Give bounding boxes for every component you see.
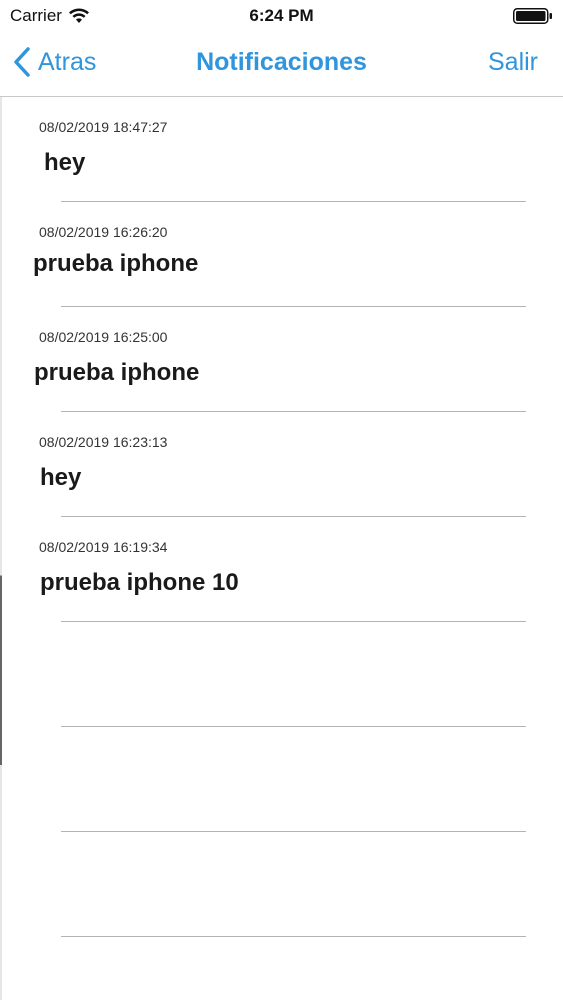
notification-date: 08/02/2019 18:47:27: [39, 119, 168, 135]
list-item[interactable]: 08/02/2019 16:23:13 hey: [39, 412, 526, 517]
list-item[interactable]: 08/02/2019 18:47:27 hey: [39, 97, 526, 202]
list-item[interactable]: [61, 622, 526, 727]
notification-date: 08/02/2019 16:26:20: [39, 224, 168, 240]
notifications-list: 08/02/2019 18:47:27 hey 08/02/2019 16:26…: [0, 97, 563, 937]
notification-message: prueba iphone: [34, 359, 200, 386]
list-item[interactable]: 08/02/2019 16:19:34 prueba iphone 10: [39, 517, 526, 622]
notification-message: hey: [40, 464, 82, 491]
battery-icon: [513, 8, 552, 24]
status-bar: Carrier 6:24 PM: [0, 0, 563, 34]
navigation-bar: Atras Notificaciones Salir: [0, 34, 563, 97]
list-item[interactable]: 08/02/2019 16:25:00 prueba iphone: [34, 307, 526, 412]
notification-message: prueba iphone 10: [40, 569, 239, 596]
notification-date: 08/02/2019 16:25:00: [39, 329, 168, 345]
notification-date: 08/02/2019 16:23:13: [39, 434, 168, 450]
page-title: Notificaciones: [196, 48, 367, 76]
logout-button[interactable]: Salir: [488, 48, 538, 77]
list-item[interactable]: 08/02/2019 16:26:20 prueba iphone: [33, 202, 526, 307]
notifications-screen: Carrier 6:24 PM Atras Notificaciones Sal…: [0, 0, 563, 1000]
status-time: 6:24 PM: [249, 6, 314, 25]
list-item[interactable]: [61, 832, 526, 937]
notification-message: hey: [44, 149, 86, 176]
notification-message: prueba iphone: [33, 250, 199, 277]
notification-date: 08/02/2019 16:19:34: [39, 539, 168, 555]
list-item[interactable]: [61, 727, 526, 832]
